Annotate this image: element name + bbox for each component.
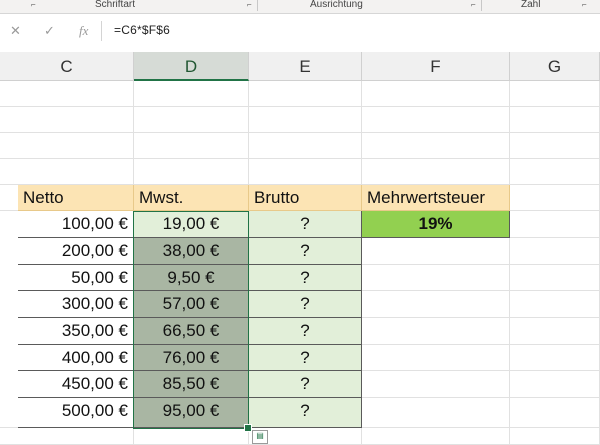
header-mwst[interactable]: Mwst. bbox=[134, 185, 249, 211]
netto-cell[interactable]: 50,00 € bbox=[18, 265, 134, 291]
cell[interactable] bbox=[510, 81, 600, 107]
fill-handle[interactable] bbox=[244, 424, 252, 432]
cell[interactable] bbox=[249, 81, 362, 107]
ribbon-bottom-strip: ⌐ Schriftart ⌐ Ausrichtung ⌐ Zahl ⌐ bbox=[0, 0, 600, 14]
formula-bar: ✕ ✓ fx =C6*$F$6 bbox=[0, 14, 600, 48]
mwst-cell[interactable]: 38,00 € bbox=[134, 238, 249, 265]
enter-icon[interactable]: ✓ bbox=[44, 23, 55, 39]
cell[interactable] bbox=[510, 159, 600, 185]
column-header-e[interactable]: E bbox=[249, 52, 362, 81]
mwst-cell[interactable]: 95,00 € bbox=[134, 398, 249, 428]
ribbon-group-number: Zahl bbox=[521, 0, 541, 10]
cell[interactable] bbox=[134, 428, 249, 445]
cell[interactable] bbox=[510, 211, 600, 238]
ribbon-group-alignment: Ausrichtung bbox=[310, 0, 363, 10]
cell[interactable] bbox=[0, 185, 18, 211]
cell[interactable] bbox=[249, 133, 362, 159]
column-header-d[interactable]: D bbox=[134, 52, 249, 81]
brutto-cell[interactable]: ? bbox=[249, 238, 362, 265]
cell[interactable] bbox=[0, 159, 134, 185]
brutto-cell[interactable]: ? bbox=[249, 211, 362, 238]
cell[interactable] bbox=[510, 428, 600, 445]
mwst-cell[interactable]: 76,00 € bbox=[134, 345, 249, 371]
cell[interactable] bbox=[134, 133, 249, 159]
cell[interactable] bbox=[510, 238, 600, 265]
cell[interactable] bbox=[510, 345, 600, 371]
ribbon-group-font: Schriftart bbox=[95, 0, 136, 10]
cell[interactable] bbox=[362, 133, 510, 159]
alignment-dialog-launcher-icon[interactable]: ⌐ bbox=[471, 1, 479, 9]
cell[interactable] bbox=[362, 291, 510, 318]
header-vat-rate[interactable]: Mehrwertsteuer bbox=[362, 185, 510, 211]
cell[interactable] bbox=[362, 371, 510, 398]
cell[interactable] bbox=[362, 345, 510, 371]
cell[interactable] bbox=[362, 159, 510, 185]
mwst-cell[interactable]: 9,50 € bbox=[134, 265, 249, 291]
quick-analysis-icon[interactable]: ▤ bbox=[252, 430, 268, 444]
dialog-launcher-icon[interactable]: ⌐ bbox=[31, 1, 39, 9]
netto-cell[interactable]: 100,00 € bbox=[18, 211, 134, 238]
netto-cell[interactable]: 500,00 € bbox=[18, 398, 134, 428]
insert-function-icon[interactable]: fx bbox=[79, 23, 88, 39]
mwst-cell[interactable]: 66,50 € bbox=[134, 318, 249, 345]
cell[interactable] bbox=[510, 318, 600, 345]
header-brutto[interactable]: Brutto bbox=[249, 185, 362, 211]
cell[interactable] bbox=[362, 81, 510, 107]
column-header-f[interactable]: F bbox=[362, 52, 510, 81]
netto-cell[interactable]: 350,00 € bbox=[18, 318, 134, 345]
cell[interactable] bbox=[249, 107, 362, 133]
cell[interactable] bbox=[510, 291, 600, 318]
cell[interactable] bbox=[510, 265, 600, 291]
cell[interactable] bbox=[134, 81, 249, 107]
cell[interactable] bbox=[362, 428, 510, 445]
cell[interactable] bbox=[0, 107, 134, 133]
mwst-cell[interactable]: 19,00 € bbox=[134, 211, 249, 238]
brutto-cell[interactable]: ? bbox=[249, 345, 362, 371]
ribbon-separator bbox=[481, 0, 482, 11]
number-dialog-launcher-icon[interactable]: ⌐ bbox=[582, 1, 590, 9]
brutto-cell[interactable]: ? bbox=[249, 371, 362, 398]
cell[interactable] bbox=[0, 428, 134, 445]
brutto-cell[interactable]: ? bbox=[249, 265, 362, 291]
cell[interactable] bbox=[510, 107, 600, 133]
mwst-cell[interactable]: 57,00 € bbox=[134, 291, 249, 318]
cell[interactable] bbox=[362, 265, 510, 291]
netto-cell[interactable]: 450,00 € bbox=[18, 371, 134, 398]
formula-input[interactable]: =C6*$F$6 bbox=[114, 23, 170, 37]
cell[interactable] bbox=[134, 107, 249, 133]
cancel-icon[interactable]: ✕ bbox=[10, 23, 21, 39]
vat-rate-cell[interactable]: 19% bbox=[362, 211, 510, 238]
cell[interactable] bbox=[249, 159, 362, 185]
cell[interactable] bbox=[362, 318, 510, 345]
ribbon-separator bbox=[257, 0, 258, 11]
cell[interactable] bbox=[510, 185, 600, 211]
cell[interactable] bbox=[362, 398, 510, 428]
netto-cell[interactable]: 400,00 € bbox=[18, 345, 134, 371]
worksheet-grid[interactable]: Netto Mwst. Brutto Mehrwertsteuer 100,00… bbox=[0, 81, 600, 445]
column-header-c[interactable]: C bbox=[0, 52, 134, 81]
cell[interactable] bbox=[510, 398, 600, 428]
netto-cell[interactable]: 300,00 € bbox=[18, 291, 134, 318]
mwst-cell[interactable]: 85,50 € bbox=[134, 371, 249, 398]
cell[interactable] bbox=[0, 211, 18, 428]
header-netto[interactable]: Netto bbox=[18, 185, 134, 211]
brutto-cell[interactable]: ? bbox=[249, 398, 362, 428]
brutto-cell[interactable]: ? bbox=[249, 318, 362, 345]
formula-bar-separator bbox=[101, 21, 102, 41]
cell[interactable] bbox=[134, 159, 249, 185]
cell[interactable] bbox=[0, 133, 134, 159]
cell[interactable] bbox=[510, 133, 600, 159]
cell[interactable] bbox=[362, 238, 510, 265]
brutto-cell[interactable]: ? bbox=[249, 291, 362, 318]
cell[interactable] bbox=[510, 371, 600, 398]
netto-cell[interactable]: 200,00 € bbox=[18, 238, 134, 265]
column-header-g[interactable]: G bbox=[510, 52, 600, 81]
cell[interactable] bbox=[0, 81, 134, 107]
font-dialog-launcher-icon[interactable]: ⌐ bbox=[247, 1, 255, 9]
cell[interactable] bbox=[362, 107, 510, 133]
